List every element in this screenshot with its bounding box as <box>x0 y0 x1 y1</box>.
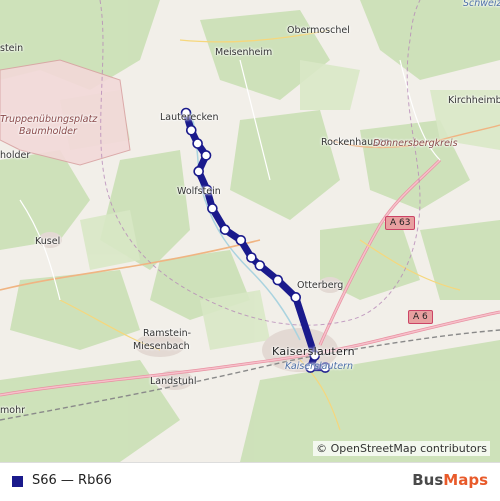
place-label-holder: holder <box>0 150 31 161</box>
route-legend: S66 — Rb66 BusMaps <box>0 462 500 501</box>
place-label-landstuhl: Landstuhl <box>150 376 197 387</box>
base-map <box>0 0 500 462</box>
route-name-label: S66 — Rb66 <box>32 473 112 488</box>
map-canvas[interactable]: Schweiz Obermoschel Meisenheim stein Tru… <box>0 0 500 462</box>
route-stop-marker[interactable] <box>246 252 257 263</box>
place-label-donnersbergkreis: Donnersbergkreis <box>373 138 458 149</box>
route-color-swatch <box>12 476 23 487</box>
place-label-stein: stein <box>0 43 24 54</box>
route-stop-marker[interactable] <box>290 292 302 303</box>
map-attribution[interactable]: © OpenStreetMap contributors <box>313 441 490 456</box>
route-stop-marker[interactable] <box>272 274 284 286</box>
busmaps-logo[interactable]: BusMaps <box>412 471 488 489</box>
place-label-baumholder-area: Baumholder <box>19 126 77 137</box>
place-label-mohr: mohr <box>0 405 25 416</box>
brand-text-bus: Bus <box>412 471 444 489</box>
place-label-otterberg: Otterberg <box>297 280 344 291</box>
route-stop-marker[interactable] <box>254 260 266 271</box>
route-stop-marker[interactable] <box>235 234 247 246</box>
place-label-schweiz: Schweiz <box>463 0 500 9</box>
place-label-obermoschel: Obermoschel <box>287 25 350 36</box>
place-label-kusel: Kusel <box>35 236 61 247</box>
place-label-ramstein: Ramstein- <box>143 328 192 339</box>
road-shield-a63: A 63 <box>385 216 416 230</box>
place-label-miesenbach: Miesenbach <box>133 341 190 352</box>
route-stop-marker[interactable] <box>192 138 203 149</box>
route-stop-marker[interactable] <box>200 150 212 161</box>
route-stop-marker[interactable] <box>207 203 218 214</box>
route-stop-marker[interactable] <box>219 224 231 235</box>
brand-text-maps: Maps <box>443 471 488 489</box>
place-label-wolfstein: Wolfstein <box>177 186 221 197</box>
map-viewer: Schweiz Obermoschel Meisenheim stein Tru… <box>0 0 500 501</box>
place-label-kaiserslautern: Kaiserslautern <box>272 345 355 358</box>
place-label-lauterecken: Lauterecken <box>160 112 219 123</box>
place-label-kirchheimb: Kirchheimb <box>448 95 500 106</box>
road-shield-a6: A 6 <box>408 310 433 324</box>
place-label-kaiserslautern-district: Kaiserslautern <box>285 361 353 372</box>
route-stop-marker[interactable] <box>185 124 197 136</box>
route-stop-marker[interactable] <box>193 166 204 177</box>
place-label-meisenheim: Meisenheim <box>215 47 273 58</box>
place-label-truppenuebungsplatz: Truppenübungsplatz <box>0 114 98 125</box>
